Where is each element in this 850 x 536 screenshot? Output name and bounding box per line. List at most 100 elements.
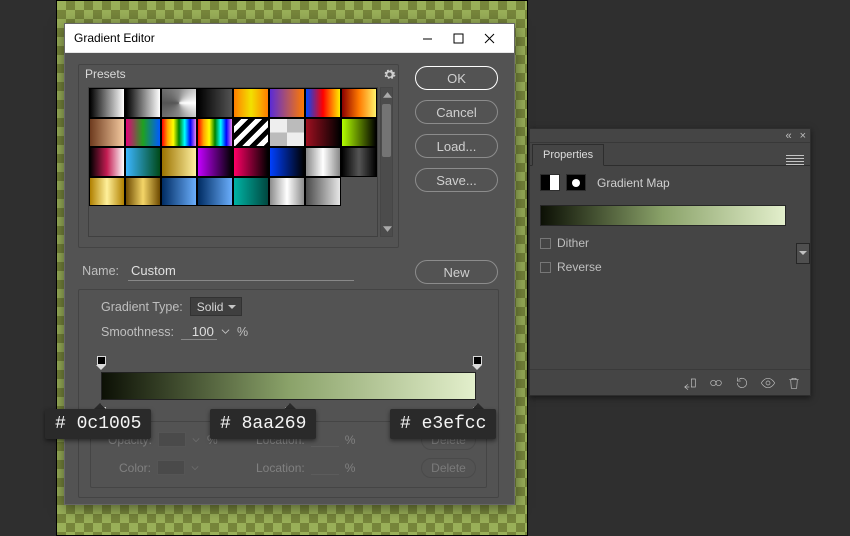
gradient-dropdown-button[interactable] [796,243,810,264]
color-location-input [311,460,339,475]
preset-swatch[interactable] [125,88,161,118]
checkbox-icon [540,238,551,249]
preset-swatch[interactable] [269,88,305,118]
hex-callout: # 0c1005 [45,409,151,439]
preset-swatch[interactable] [89,177,125,207]
preset-swatch[interactable] [269,147,305,177]
maximize-button[interactable] [443,27,474,49]
preset-swatch[interactable] [161,118,197,148]
preset-swatch[interactable] [197,88,233,118]
load-button[interactable]: Load... [415,134,498,158]
view-previous-icon[interactable] [708,375,724,391]
preset-swatch[interactable] [341,177,377,207]
preset-swatch[interactable] [161,88,197,118]
titlebar[interactable]: Gradient Editor [65,24,514,53]
percent-sign: % [237,325,248,339]
mask-icon[interactable] [566,174,586,191]
percent-sign: % [345,461,356,475]
preset-swatch[interactable] [197,147,233,177]
hex-callout: # e3efcc [390,409,496,439]
name-field[interactable] [128,260,354,281]
preset-swatch[interactable] [341,118,377,148]
preset-swatch[interactable] [125,147,161,177]
preset-swatch[interactable] [305,118,341,148]
hex-callout: # 8aa269 [210,409,316,439]
panel-menu-icon[interactable] [786,155,804,165]
clip-to-layer-icon[interactable] [682,375,698,391]
properties-panel: « × Properties Gradient Map Dither Rever… [529,128,811,396]
preset-swatch[interactable] [161,147,197,177]
reverse-label: Reverse [557,260,602,274]
preset-grid [88,87,378,237]
delete-icon[interactable] [786,375,802,391]
gradient-config-panel: Gradient Type: Solid Smoothness: % Stops [78,289,499,498]
opacity-value [158,432,186,447]
opacity-stop[interactable] [96,356,107,370]
dialog-title: Gradient Editor [74,31,412,45]
tab-properties[interactable]: Properties [532,144,604,166]
save-button[interactable]: Save... [415,168,498,192]
cancel-button[interactable]: Cancel [415,100,498,124]
location-label: Location: [256,461,305,475]
minimize-button[interactable] [412,27,443,49]
adjustment-icon[interactable] [540,174,560,191]
name-label: Name: [79,264,119,278]
preset-swatch[interactable] [305,177,341,207]
scroll-thumb[interactable] [382,104,391,157]
percent-sign: % [345,433,356,447]
new-button[interactable]: New [415,260,498,284]
gradient-type-label: Gradient Type: [101,300,183,314]
preset-swatch[interactable] [197,177,233,207]
smoothness-dropdown-icon[interactable] [221,327,233,336]
gradient-preview[interactable] [540,205,786,226]
preset-swatch[interactable] [125,177,161,207]
preset-swatch[interactable] [341,88,377,118]
visibility-icon[interactable] [760,375,776,391]
preset-swatch[interactable] [233,118,269,148]
preset-swatch[interactable] [197,118,233,148]
presets-menu-gear-icon[interactable] [380,65,398,83]
smoothness-label: Smoothness: [101,325,174,339]
preset-swatch[interactable] [269,177,305,207]
gradient-type-select[interactable]: Solid [190,297,243,316]
reset-icon[interactable] [734,375,750,391]
color-dropdown-icon [191,464,201,472]
scroll-down-icon[interactable] [382,223,393,234]
preset-swatch[interactable] [269,118,305,148]
preset-swatch[interactable] [233,88,269,118]
ok-button[interactable]: OK [415,66,498,90]
opacity-dropdown-icon [192,436,202,444]
close-icon[interactable]: × [800,130,806,142]
preset-swatch[interactable] [305,88,341,118]
collapse-icon[interactable]: « [785,130,791,142]
hex-callout-pointer [471,396,485,410]
preset-swatch[interactable] [89,147,125,177]
preset-swatch[interactable] [125,118,161,148]
preset-swatch[interactable] [161,177,197,207]
checkbox-icon [540,262,551,273]
delete-color-stop-button: Delete [421,458,476,478]
preset-swatch[interactable] [89,88,125,118]
preset-swatch[interactable] [341,147,377,177]
color-label: Color: [119,461,151,475]
opacity-stop[interactable] [472,356,483,370]
panel-controls: « × [530,129,810,143]
color-swatch [157,460,185,475]
hex-callout-pointer [283,396,297,410]
hex-callout-pointer [93,396,107,410]
preset-scrollbar[interactable] [380,87,393,237]
preset-swatch[interactable] [89,118,125,148]
scroll-up-icon[interactable] [382,90,393,101]
reverse-checkbox[interactable]: Reverse [540,260,800,274]
preset-swatch[interactable] [233,147,269,177]
panel-footer [530,369,810,395]
preset-swatch[interactable] [305,147,341,177]
presets-label: Presets [85,67,126,81]
dither-label: Dither [557,236,589,250]
dither-checkbox[interactable]: Dither [540,236,800,250]
presets-panel: Presets [78,64,399,248]
adjustment-title: Gradient Map [597,176,670,190]
preset-swatch[interactable] [233,177,269,207]
smoothness-input[interactable] [181,323,217,340]
close-button[interactable] [474,27,505,49]
